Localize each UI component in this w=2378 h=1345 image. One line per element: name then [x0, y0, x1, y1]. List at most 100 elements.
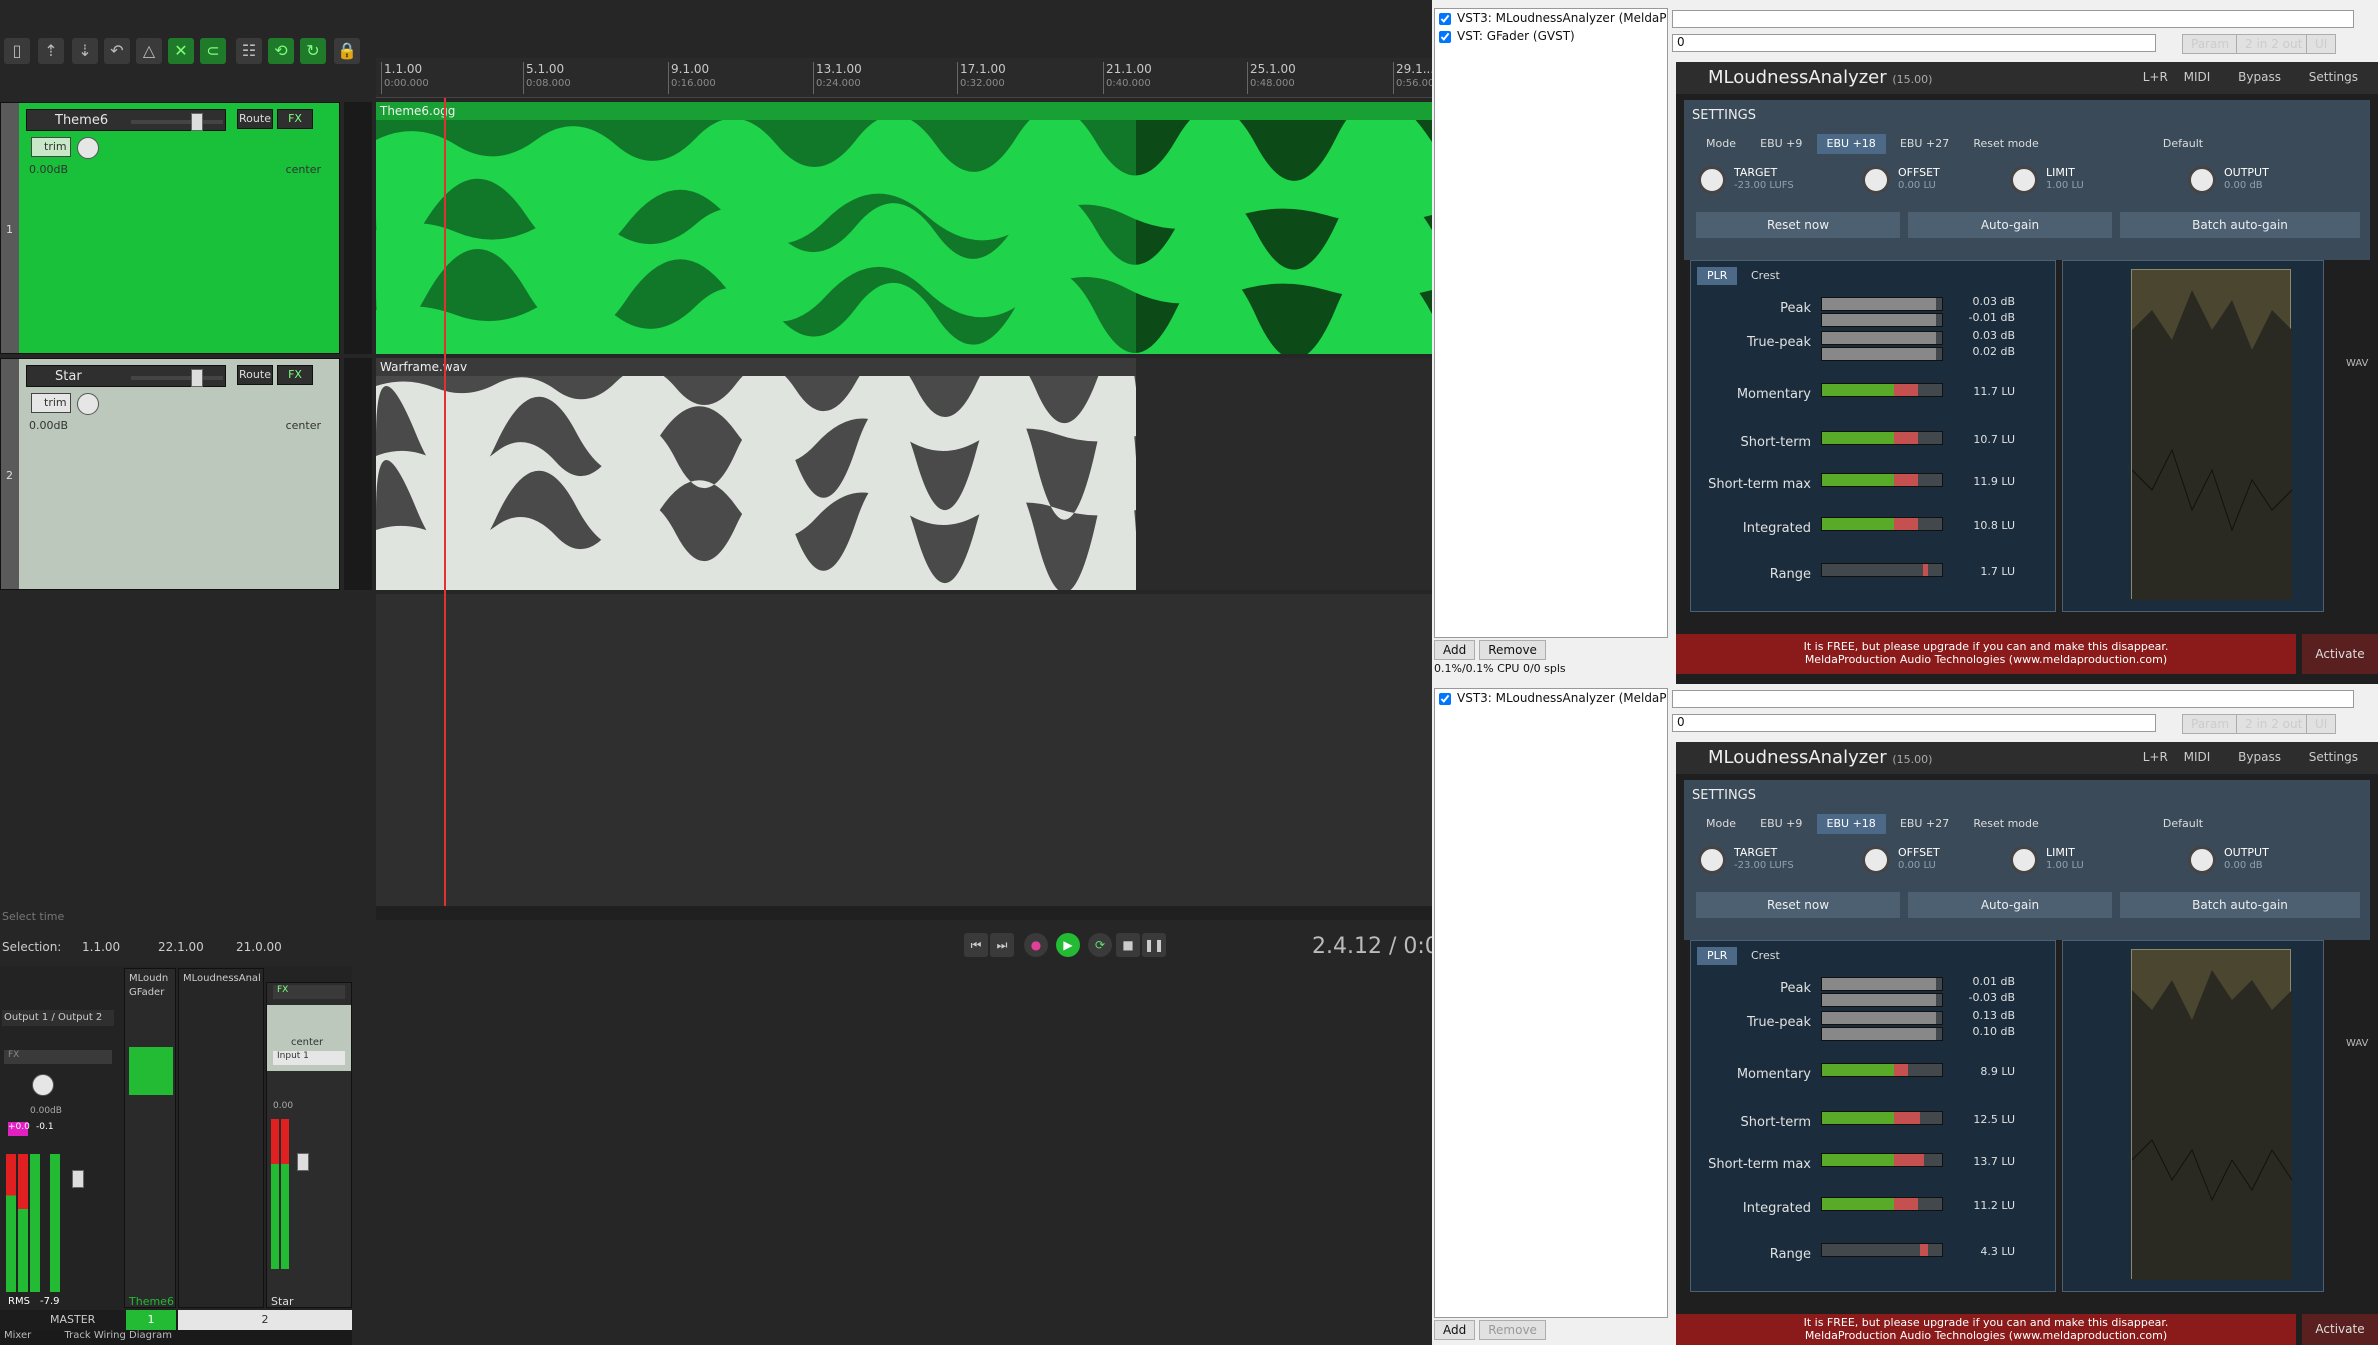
track-1-label[interactable]: 1	[126, 1310, 176, 1330]
auto-gain-button[interactable]: Auto-gain	[1908, 212, 2112, 238]
reset-now-button[interactable]: Reset now	[1696, 212, 1900, 238]
arrange-empty-area[interactable]	[376, 594, 1432, 906]
fx-chain-item[interactable]: VST3: MLoudnessAnalyzer (MeldaProdu...	[1435, 689, 1667, 707]
ui-button[interactable]: UI	[2306, 714, 2337, 734]
loudness-history-graph[interactable]	[2131, 269, 2293, 600]
pan-knob[interactable]	[77, 137, 99, 159]
preset-name-field[interactable]	[1672, 690, 2354, 708]
mode-ebu9[interactable]: EBU +9	[1750, 814, 1812, 834]
preset-name-field[interactable]	[1672, 10, 2354, 28]
record-icon[interactable]: ●	[1024, 933, 1048, 957]
bypass-button[interactable]: Bypass	[2238, 750, 2281, 764]
io-button[interactable]: 2 in 2 out	[2236, 714, 2312, 734]
trim-button[interactable]: trim	[31, 137, 71, 157]
volume-slider[interactable]	[131, 120, 223, 124]
activate-button[interactable]: Activate	[2302, 634, 2378, 674]
reset-mode-select[interactable]: Default	[2153, 814, 2213, 834]
fx-chain-item[interactable]: VST: GFader (GVST)	[1435, 27, 1667, 45]
plr-button[interactable]: PLR	[1697, 947, 1738, 965]
go-to-start-icon[interactable]: ⏮	[964, 933, 988, 957]
time-display[interactable]: 2.4.12 / 0:0	[1312, 934, 1439, 959]
track-panel-1[interactable]: 1 Theme6 Route FX trim 0.00dB center	[0, 102, 340, 354]
mixer-tab[interactable]: Mixer	[4, 1330, 31, 1341]
timeline-ruler[interactable]: 1.1.00 0:00.000 5.1.00 0:08.000 9.1.00 0:16…	[376, 58, 1434, 98]
go-to-end-icon[interactable]: ⏭	[990, 933, 1014, 957]
fx-chain-list-1[interactable]: VST3: MLoudnessAnalyzer (MeldaProdu... V…	[1434, 8, 1668, 638]
strip-name[interactable]: Star	[271, 1295, 294, 1308]
selection-length[interactable]: 21.0.00	[236, 940, 282, 954]
remove-fx-button[interactable]: Remove	[1479, 1320, 1546, 1340]
horizontal-scrollbar[interactable]	[376, 906, 1432, 920]
route-button[interactable]: Route	[237, 109, 273, 129]
track-panel-2[interactable]: 2 Star Route FX trim 0.00dB center	[0, 358, 340, 590]
settings-button[interactable]: Settings	[2309, 750, 2358, 764]
loop-icon[interactable]: ⟲	[268, 38, 294, 64]
offset-knob[interactable]	[1862, 846, 1890, 874]
snap-icon[interactable]: ⊂	[200, 38, 226, 64]
undo-icon[interactable]: ↶	[104, 38, 130, 64]
crest-button[interactable]: Crest	[1741, 267, 1790, 285]
master-fx-button[interactable]: FX	[4, 1050, 112, 1064]
wiring-tab[interactable]: Track Wiring Diagram	[64, 1330, 171, 1341]
route-button[interactable]: Route	[237, 365, 273, 385]
strip-pan-area[interactable]	[129, 1047, 173, 1095]
fx-button[interactable]: FX	[277, 109, 313, 129]
auto-gain-button[interactable]: Auto-gain	[1908, 892, 2112, 918]
lr-button[interactable]: L+R	[2143, 70, 2168, 84]
preset-select[interactable]: 0	[1672, 714, 2156, 732]
selection-end[interactable]: 22.1.00	[158, 940, 204, 954]
loop-repeat-icon[interactable]: ↻	[300, 38, 326, 64]
ripple-icon[interactable]: ☷	[236, 38, 262, 64]
strip-name[interactable]: Theme6	[129, 1295, 174, 1308]
preset-select[interactable]: 0	[1672, 34, 2156, 52]
metronome-icon[interactable]: △	[136, 38, 162, 64]
batch-auto-gain-button[interactable]: Batch auto-gain	[2120, 212, 2360, 238]
grid-icon[interactable]: ✕	[168, 38, 194, 64]
track-lane-2[interactable]: Warframe.wav	[376, 358, 1432, 590]
loudness-history-graph[interactable]	[2131, 949, 2293, 1280]
selection-start[interactable]: 1.1.00	[82, 940, 120, 954]
save-project-icon[interactable]: ⇣	[72, 38, 98, 64]
strip-fx-slot[interactable]: MLoudnessAnal	[183, 973, 261, 984]
master-output-select[interactable]: Output 1 / Output 2	[2, 1010, 114, 1026]
add-fx-button[interactable]: Add	[1434, 1320, 1476, 1340]
offset-knob[interactable]	[1862, 166, 1890, 194]
new-project-icon[interactable]: ▯	[4, 38, 30, 64]
midi-button[interactable]: MIDI	[2184, 750, 2211, 764]
strip-fx-button[interactable]: FX	[273, 985, 345, 999]
waveform-theme6[interactable]	[376, 120, 1432, 354]
output-knob[interactable]	[2188, 846, 2216, 874]
fx-enable-checkbox[interactable]	[1439, 12, 1451, 25]
open-project-icon[interactable]: ⇡	[38, 38, 64, 64]
activate-button[interactable]: Activate	[2302, 1314, 2378, 1345]
target-knob[interactable]	[1698, 166, 1726, 194]
limit-knob[interactable]	[2010, 166, 2038, 194]
target-knob[interactable]	[1698, 846, 1726, 874]
fx-enable-checkbox[interactable]	[1439, 30, 1451, 43]
fx-enable-checkbox[interactable]	[1439, 692, 1451, 705]
waveform-warframe[interactable]	[376, 376, 1432, 590]
ui-button[interactable]: UI	[2306, 34, 2337, 54]
mixer-strip-1[interactable]: MLoudn GFader Theme6	[124, 968, 176, 1308]
settings-button[interactable]: Settings	[2309, 70, 2358, 84]
strip-fader[interactable]	[297, 1153, 309, 1171]
lock-icon[interactable]: 🔒	[334, 38, 360, 64]
bypass-button[interactable]: Bypass	[2238, 70, 2281, 84]
mode-ebu18[interactable]: EBU +18	[1816, 134, 1886, 154]
input-select[interactable]: Input 1	[273, 1051, 345, 1065]
batch-auto-gain-button[interactable]: Batch auto-gain	[2120, 892, 2360, 918]
plr-button[interactable]: PLR	[1697, 267, 1738, 285]
volume-slider-thumb[interactable]	[191, 369, 203, 387]
mixer-strip-2[interactable]: FX center Input 1 0.00 Star	[266, 982, 352, 1308]
lr-button[interactable]: L+R	[2143, 750, 2168, 764]
crest-button[interactable]: Crest	[1741, 947, 1790, 965]
repeat-icon[interactable]: ⟳	[1088, 933, 1112, 957]
remove-fx-button[interactable]: Remove	[1479, 640, 1546, 660]
midi-button[interactable]: MIDI	[2184, 70, 2211, 84]
edit-cursor[interactable]	[444, 98, 446, 906]
pan-knob[interactable]	[77, 393, 99, 415]
strip-fx-slot[interactable]: GFader	[129, 987, 164, 998]
fx-button[interactable]: FX	[277, 365, 313, 385]
track-lane-1[interactable]: Theme6.ogg	[376, 102, 1432, 354]
strip-fx-slot[interactable]: MLoudn	[129, 973, 168, 984]
